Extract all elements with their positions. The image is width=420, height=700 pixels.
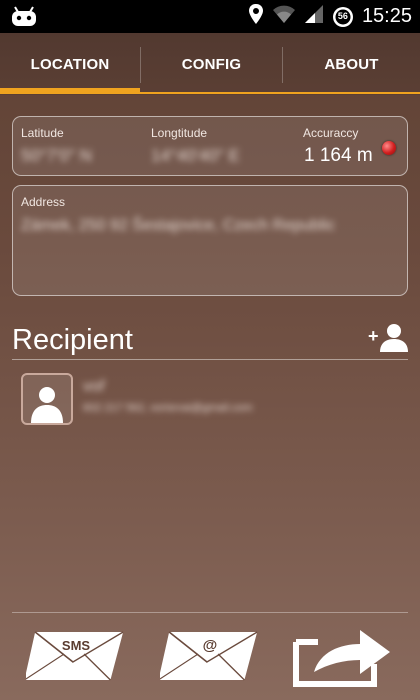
email-envelope-icon: @ xyxy=(160,626,260,686)
signal-icon xyxy=(304,4,324,29)
accuracy-status-indicator xyxy=(382,141,396,155)
sms-label: SMS xyxy=(61,638,91,653)
contact-avatar-icon xyxy=(21,373,73,425)
email-label: @ xyxy=(202,637,218,654)
share-button[interactable] xyxy=(290,622,394,693)
tab-location[interactable]: LOCATION xyxy=(0,33,140,95)
tab-underline xyxy=(140,92,420,94)
send-email-button[interactable]: @ xyxy=(160,626,260,686)
accuracy-label: Accuraccy xyxy=(303,126,359,140)
send-sms-button[interactable]: SMS xyxy=(26,626,126,686)
tab-config-label: CONFIG xyxy=(181,55,242,73)
tab-about[interactable]: ABOUT xyxy=(283,33,420,95)
add-recipient-icon[interactable]: + xyxy=(368,322,408,359)
accuracy-value: 1 164 m xyxy=(304,145,373,166)
tab-selected-indicator xyxy=(0,88,140,94)
longitude-label: Longtitude xyxy=(151,126,208,140)
battery-level: 56 xyxy=(337,10,348,21)
sms-envelope-icon: SMS xyxy=(26,626,126,686)
tab-location-label: LOCATION xyxy=(30,55,110,73)
svg-text:+: + xyxy=(368,326,379,346)
contact-name: voř xyxy=(83,378,106,395)
actions-divider xyxy=(12,612,408,613)
recipient-divider xyxy=(12,359,408,360)
address-card xyxy=(12,185,408,296)
share-icon xyxy=(290,630,394,692)
wifi-icon xyxy=(272,4,296,29)
status-bar: 56 15:25 xyxy=(0,0,420,33)
android-icon xyxy=(10,5,38,32)
longitude-value: 14°40'40" E xyxy=(151,146,240,165)
tab-bar: LOCATION CONFIG ABOUT xyxy=(0,33,420,95)
address-label: Address xyxy=(21,195,66,209)
recipient-title: Recipient xyxy=(12,324,133,356)
latitude-value: 50°7'0" N xyxy=(21,146,92,165)
clock: 15:25 xyxy=(361,5,412,27)
location-pin-icon xyxy=(248,3,264,30)
tab-config[interactable]: CONFIG xyxy=(141,33,282,95)
tab-about-label: ABOUT xyxy=(324,55,379,73)
latitude-label: Latitude xyxy=(21,126,64,140)
battery-icon: 56 xyxy=(332,6,354,28)
address-value: Zámek, 250 92 Šestajovice, Czech Republi… xyxy=(21,217,335,234)
contact-detail: 602 217 562, vorisrvai@gmail.com xyxy=(83,402,253,414)
